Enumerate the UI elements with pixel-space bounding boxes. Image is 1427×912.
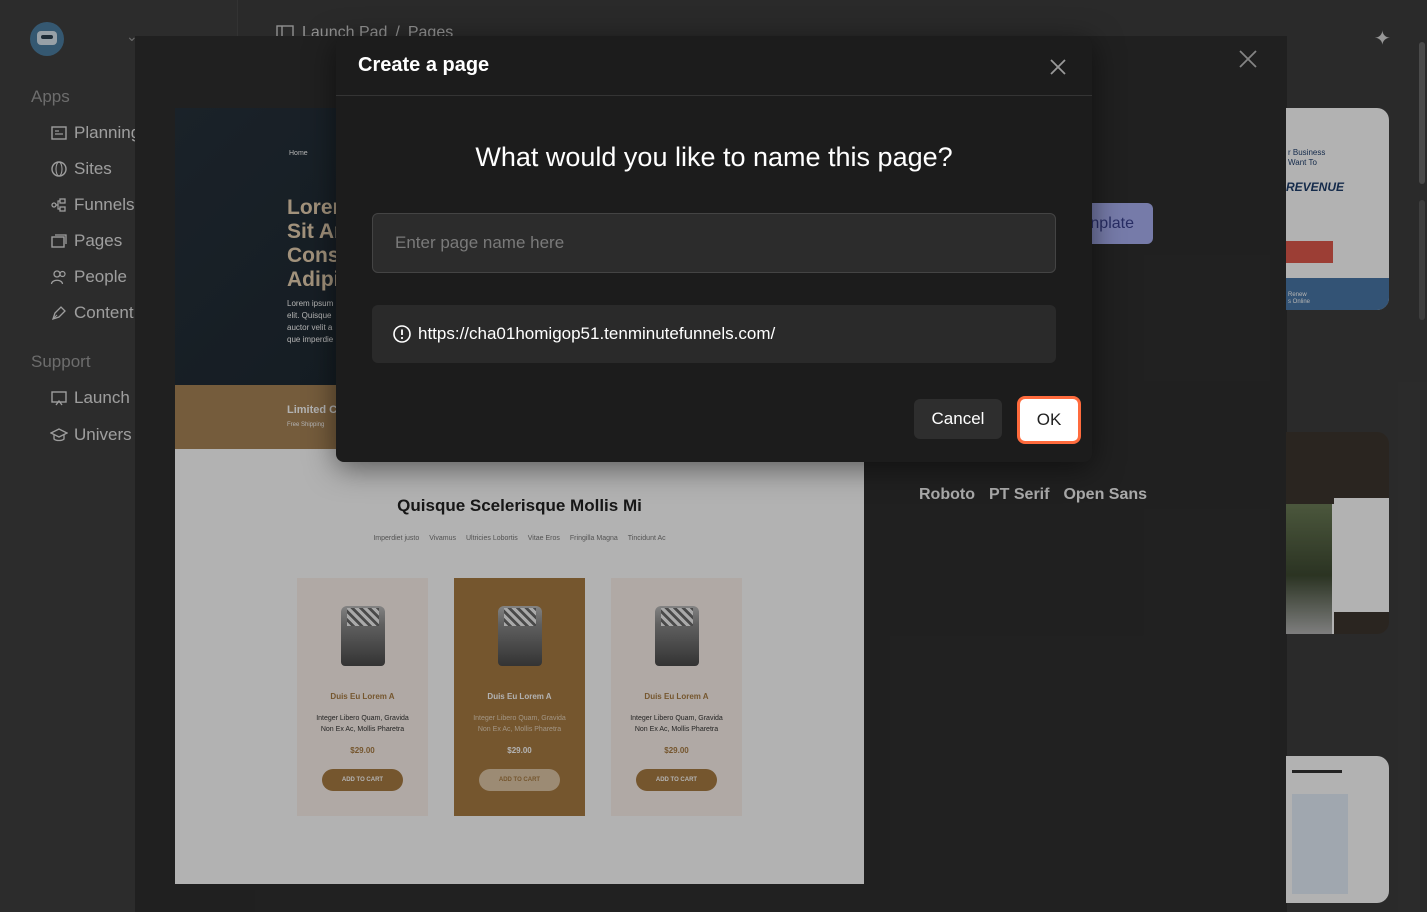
- create-page-dialog: Create a page What would you like to nam…: [336, 36, 1092, 462]
- dialog-question: What would you like to name this page?: [475, 142, 953, 172]
- page-url-display: https://cha01homigop51.tenminutefunnels.…: [372, 305, 1056, 363]
- cancel-button[interactable]: Cancel: [914, 399, 1002, 439]
- ok-button[interactable]: OK: [1017, 396, 1081, 444]
- info-icon: [393, 325, 411, 343]
- close-icon[interactable]: [1047, 56, 1069, 78]
- page-url-text: https://cha01homigop51.tenminutefunnels.…: [418, 324, 776, 343]
- dialog-header: Create a page: [336, 36, 1092, 96]
- page-name-input[interactable]: [372, 213, 1056, 273]
- dialog-title: Create a page: [358, 54, 490, 76]
